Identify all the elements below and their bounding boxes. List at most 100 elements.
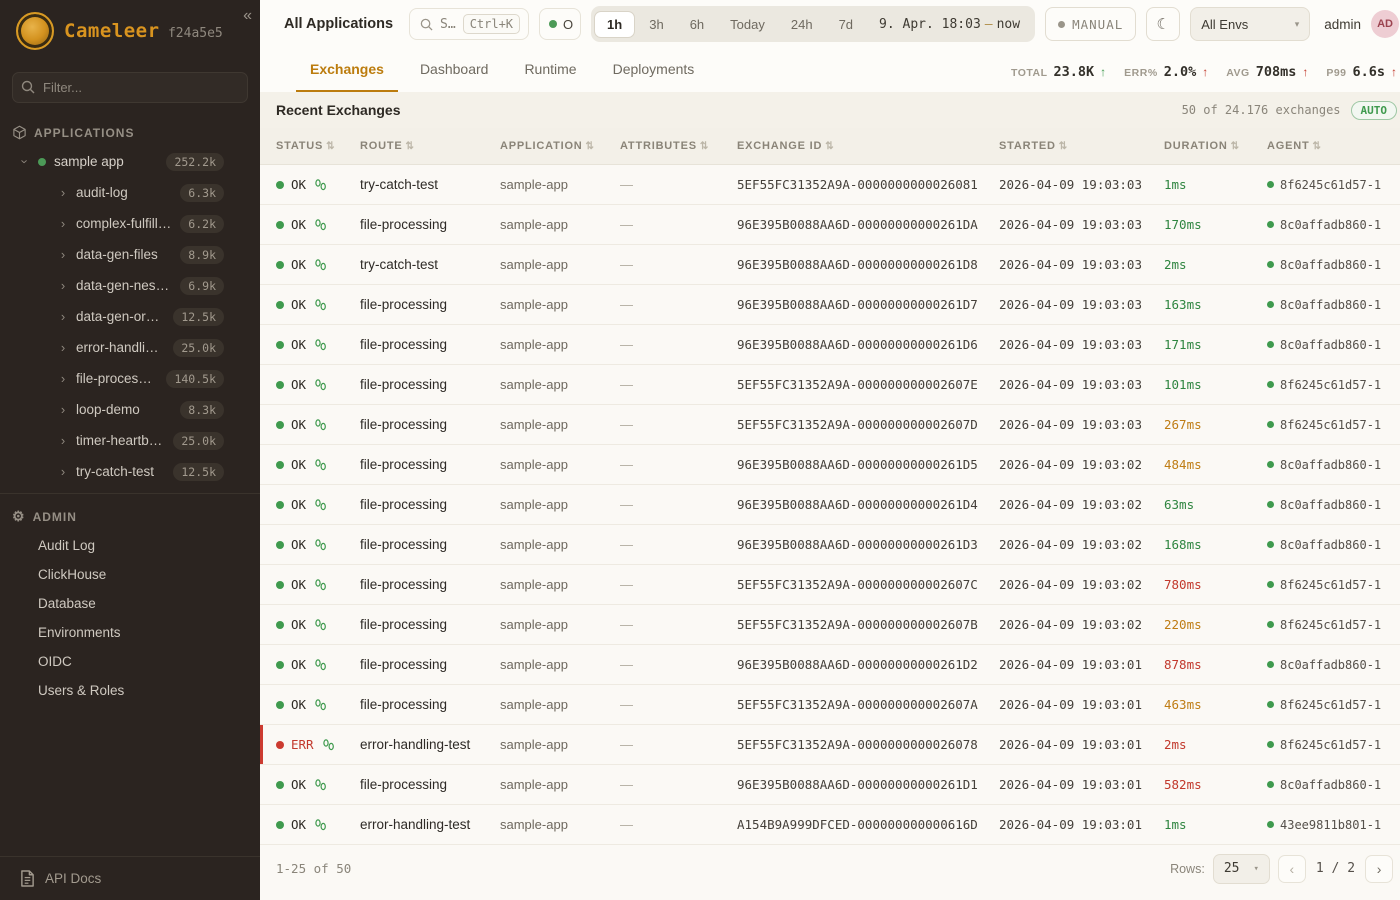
sidebar-route-item[interactable]: › timer-heartbeat 25.0k [0,425,260,456]
sidebar-admin-item[interactable]: OIDC [0,647,260,676]
prev-page-button[interactable]: ‹ [1278,855,1306,883]
sidebar-admin-item[interactable]: Audit Log [0,531,260,560]
application-cell: sample-app [500,817,620,832]
time-range-button[interactable]: 7d [827,11,865,38]
table-row[interactable]: OK file-processing sample-app — 96E395B0… [260,645,1400,685]
duration-cell: 1ms [1164,177,1267,192]
sort-icon: ⇅ [700,141,709,152]
connection-status-pill[interactable]: O [539,8,581,40]
table-row[interactable]: OK error-handling-test sample-app — A154… [260,805,1400,845]
rows-per-page-select[interactable]: 25 ▾ [1213,854,1270,884]
application-cell: sample-app [500,337,620,352]
table-row[interactable]: OK file-processing sample-app — 5EF55FC3… [260,405,1400,445]
table-row[interactable]: OK file-processing sample-app — 96E395B0… [260,765,1400,805]
api-docs-link[interactable]: API Docs [0,856,260,900]
table-row[interactable]: OK try-catch-test sample-app — 96E395B00… [260,245,1400,285]
tab-exchanges[interactable]: Exchanges [296,48,398,92]
sidebar-admin-item[interactable]: Environments [0,618,260,647]
table-row[interactable]: OK file-processing sample-app — 5EF55FC3… [260,685,1400,725]
sidebar-route-item[interactable]: › loop-demo 8.3k [0,394,260,425]
time-range-button[interactable]: Today [718,11,777,38]
attributes-cell: — [620,737,737,752]
attributes-cell: — [620,177,737,192]
exchange-count-summary: 50 of 24.176 exchanges [1182,103,1341,117]
tab-runtime[interactable]: Runtime [510,48,590,92]
refresh-mode-button[interactable]: MANUAL [1045,7,1136,41]
handled-footprints-icon [315,179,326,191]
search-icon [21,80,35,94]
column-header-route[interactable]: ROUTE⇅ [360,140,500,152]
time-range-button[interactable]: 6h [678,11,716,38]
status-cell: OK [276,777,360,792]
application-cell: sample-app [500,417,620,432]
route-name: try-catch-test [76,464,165,479]
refresh-mode-label: MANUAL [1072,17,1123,32]
table-row[interactable]: OK file-processing sample-app — 5EF55FC3… [260,605,1400,645]
status-label: OK [291,497,306,512]
agent-id: 8f6245c61d57-1 [1280,418,1381,432]
time-range-button[interactable]: 1h [594,11,635,38]
table-row[interactable]: OK file-processing sample-app — 96E395B0… [260,445,1400,485]
column-header-agent[interactable]: AGENT⇅ [1267,140,1400,152]
table-row[interactable]: OK file-processing sample-app — 96E395B0… [260,525,1400,565]
route-cell: try-catch-test [360,257,500,272]
application-cell: sample-app [500,697,620,712]
stat-value: 23.8K [1054,64,1095,80]
agent-cell: 8f6245c61d57-1 [1267,618,1400,632]
attributes-cell: — [620,257,737,272]
sidebar-admin-item[interactable]: ClickHouse [0,560,260,589]
sidebar-route-item[interactable]: › data-gen-files 8.9k [0,239,260,270]
agent-status-dot [1267,661,1274,668]
table-row[interactable]: OK file-processing sample-app — 96E395B0… [260,325,1400,365]
global-search[interactable]: S… Ctrl+K [409,8,529,40]
table-row[interactable]: OK file-processing sample-app — 96E395B0… [260,485,1400,525]
table-row[interactable]: OK file-processing sample-app — 96E395B0… [260,205,1400,245]
stat-label: ERR% [1124,67,1158,79]
status-cell: OK [276,417,360,432]
route-count-badge: 12.5k [173,308,224,326]
route-count-badge: 8.3k [180,401,224,419]
sidebar-route-item[interactable]: › file-processing 140.5k [0,363,260,394]
attributes-cell: — [620,817,737,832]
sidebar-admin-item[interactable]: Users & Roles [0,676,260,705]
dark-mode-toggle[interactable]: ☾ [1146,7,1180,41]
sidebar-route-item[interactable]: › complex-fulfillm… 6.2k [0,208,260,239]
avatar[interactable]: AD [1371,10,1399,38]
route-count-badge: 25.0k [173,432,224,450]
sidebar-route-item[interactable]: › audit-log 6.3k [0,177,260,208]
column-header-started[interactable]: STARTED⇅ [999,140,1164,152]
sidebar-collapse-button[interactable]: « [243,8,252,24]
column-header-duration[interactable]: DURATION⇅ [1164,140,1267,152]
agent-id: 8f6245c61d57-1 [1280,738,1381,752]
time-range-button[interactable]: 3h [637,11,675,38]
next-page-button[interactable]: › [1365,855,1393,883]
agent-id: 8c0affadb860-1 [1280,498,1381,512]
time-range-button[interactable]: 24h [779,11,825,38]
sidebar-item-sample-app[interactable]: › sample app 252.2k [0,146,260,177]
table-row[interactable]: OK try-catch-test sample-app — 5EF55FC31… [260,165,1400,205]
handled-footprints-icon [315,699,326,711]
table-row[interactable]: ERR error-handling-test sample-app — 5EF… [260,725,1400,765]
table-row[interactable]: OK file-processing sample-app — 5EF55FC3… [260,565,1400,605]
column-header-application[interactable]: APPLICATION⇅ [500,140,620,152]
column-header-exchange-id[interactable]: EXCHANGE ID⇅ [737,140,999,152]
tab-dashboard[interactable]: Dashboard [406,48,503,92]
agent-status-dot [1267,701,1274,708]
sidebar-route-item[interactable]: › data-gen-orders 12.5k [0,301,260,332]
tab-deployments[interactable]: Deployments [599,48,709,92]
sidebar-admin-item[interactable]: Database [0,589,260,618]
column-header-attributes[interactable]: ATTRIBUTES⇅ [620,140,737,152]
table-row[interactable]: OK file-processing sample-app — 96E395B0… [260,285,1400,325]
duration-cell: 1ms [1164,817,1267,832]
environment-select[interactable]: All Envs ▾ [1190,7,1310,41]
column-header-status[interactable]: STATUS⇅ [276,140,360,152]
sidebar-route-item[interactable]: › error-handling-… 25.0k [0,332,260,363]
filter-input[interactable] [12,72,248,103]
topbar: All Applications S… Ctrl+K O 1h 3h 6h To… [260,0,1400,48]
date-range-display[interactable]: 9. Apr. 18:03—now [867,17,1032,32]
sidebar-route-item[interactable]: › try-catch-test 12.5k [0,456,260,487]
duration-cell: 163ms [1164,297,1267,312]
table-row[interactable]: OK file-processing sample-app — 5EF55FC3… [260,365,1400,405]
sidebar-route-item[interactable]: › data-gen-neste… 6.9k [0,270,260,301]
auto-refresh-badge[interactable]: AUTO [1351,101,1398,120]
